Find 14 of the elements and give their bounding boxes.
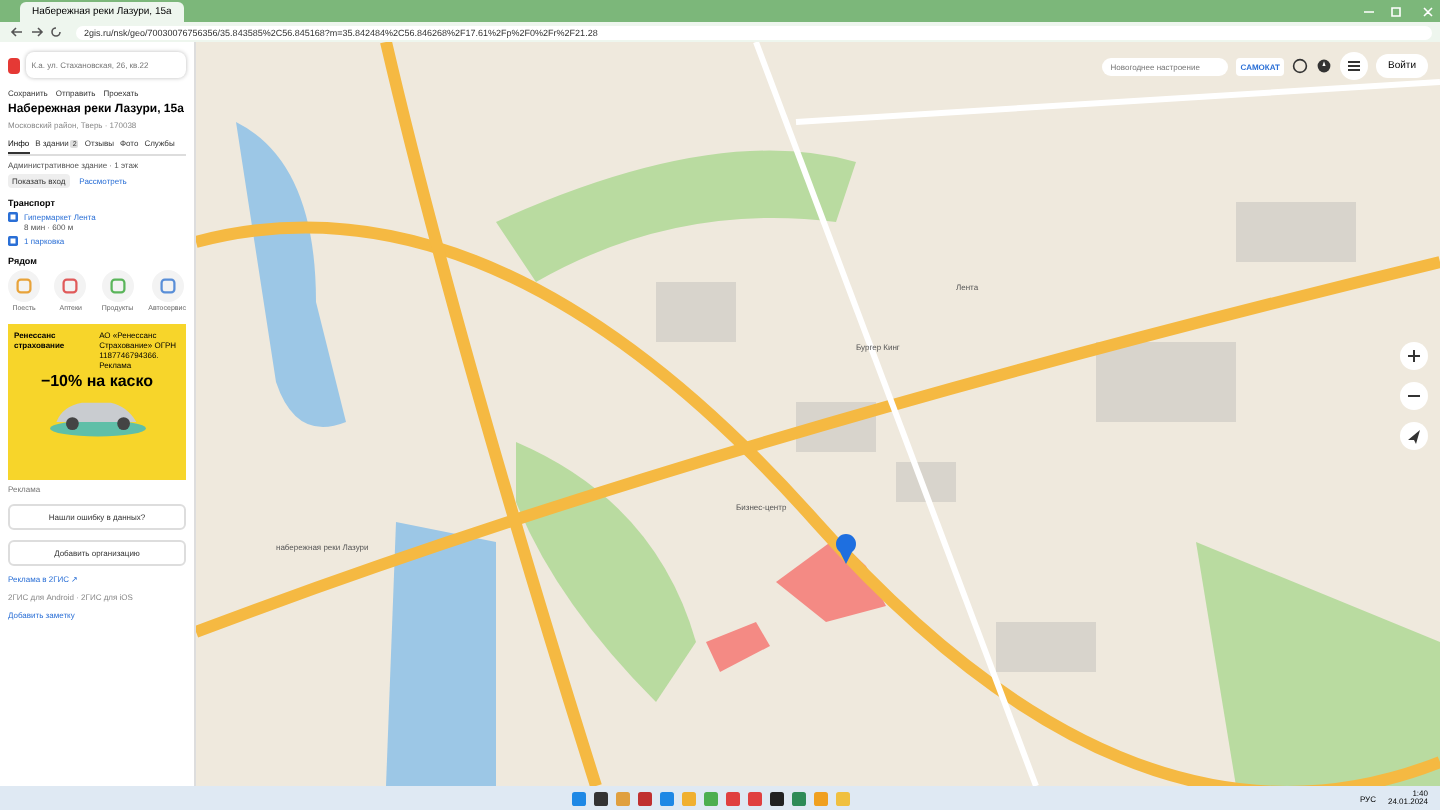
category-icon[interactable] — [101, 270, 134, 302]
locate-icon[interactable] — [1400, 422, 1428, 450]
ad-headline: −10% на каско — [40, 372, 154, 390]
zoom-in-icon[interactable] — [1400, 342, 1428, 370]
zoom-out-icon[interactable] — [1400, 382, 1428, 410]
location-pin-icon[interactable] — [836, 534, 856, 564]
logo-icon — [8, 57, 20, 73]
category-icon[interactable] — [8, 270, 40, 302]
category-icon[interactable] — [151, 270, 184, 302]
menu-icon[interactable] — [1340, 52, 1368, 80]
stop-icon — [8, 236, 18, 246]
category-icon[interactable] — [54, 270, 87, 302]
stop-icon — [8, 212, 18, 222]
compass-icon[interactable] — [1316, 58, 1332, 74]
